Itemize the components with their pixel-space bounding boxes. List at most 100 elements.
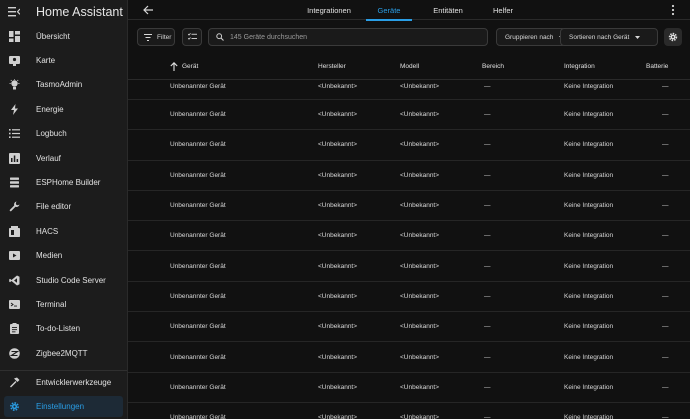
cell-battery: — <box>662 383 669 391</box>
sidebar-item-zigbee2mqtt[interactable]: Zigbee2MQTT <box>0 341 127 365</box>
cell-integration: Keine Integration <box>564 414 614 419</box>
sidebar-nav: Übersicht Karte TasmoAdmin Energie Logbu… <box>0 24 127 365</box>
sidebar-item-uebersicht[interactable]: Übersicht <box>0 24 127 48</box>
cell-device: Unbenannter Gerät <box>170 171 226 179</box>
cell-model: <Unbekannt> <box>400 383 440 391</box>
cell-manufacturer: <Unbekannt> <box>318 232 358 240</box>
table-row[interactable]: Unbenannter Gerät <Unbekannt> <Unbekannt> —… <box>128 251 690 282</box>
cell-model: <Unbekannt> <box>400 111 440 119</box>
sidebar-item-energie[interactable]: Energie <box>0 97 127 121</box>
table-body: Unbenannter Gerät <Unbekannt> <Unbekannt> —… <box>128 80 690 419</box>
table-row[interactable]: Unbenannter Gerät <Unbekannt> <Unbekannt> —… <box>128 100 690 131</box>
cell-device: Unbenannter Gerät <box>170 232 226 240</box>
column-header-label: Gerät <box>182 62 199 70</box>
sidebar-item-logbuch[interactable]: Logbuch <box>0 122 127 146</box>
chart-icon <box>8 152 20 164</box>
column-header-battery[interactable]: Batterie <box>646 52 668 80</box>
table-row[interactable]: Unbenannter Gerät <Unbekannt> <Unbekannt> —… <box>128 161 690 191</box>
column-header-manufacturer[interactable]: Hersteller <box>318 52 346 80</box>
sidebar-item-label: Einstellungen <box>36 402 85 411</box>
cell-area: — <box>484 202 491 210</box>
sidebar-item-esphome[interactable]: ESPHome Builder <box>0 170 127 194</box>
table-row[interactable]: Unbenannter Gerät <Unbekannt> <Unbekannt> —… <box>128 312 690 343</box>
sidebar-item-studio-code-server[interactable]: Studio Code Server <box>0 268 127 292</box>
cell-model: <Unbekannt> <box>400 202 440 210</box>
sidebar-item-label: Studio Code Server <box>36 275 106 285</box>
sidebar-item-label: Terminal <box>36 299 67 309</box>
table-row[interactable]: Unbenannter Gerät <Unbekannt> <Unbekannt> —… <box>128 282 690 313</box>
cell-integration: Keine Integration <box>564 111 614 119</box>
sidebar-item-developer-tools[interactable]: Entwicklerwerkzeuge <box>0 370 127 394</box>
tab-geraete[interactable]: Geräte <box>366 0 412 21</box>
column-header-device[interactable]: Gerät <box>170 52 198 80</box>
dashboard-icon <box>8 30 20 42</box>
column-header-area[interactable]: Bereich <box>482 52 504 80</box>
cell-area: — <box>484 171 491 179</box>
table-settings-button[interactable] <box>664 28 682 46</box>
cell-model: <Unbekannt> <box>400 262 440 270</box>
cell-device: Unbenannter Gerät <box>170 414 226 419</box>
cell-manufacturer: <Unbekannt> <box>318 171 358 179</box>
cell-manufacturer: <Unbekannt> <box>318 383 358 391</box>
search-field[interactable]: 145 Geräte durchsuchen <box>208 28 488 46</box>
cell-manufacturer: <Unbekannt> <box>318 83 358 90</box>
cell-integration: Keine Integration <box>564 383 614 391</box>
more-vertical-icon[interactable] <box>670 3 676 16</box>
table-row[interactable]: Unbenannter Gerät <Unbekannt> <Unbekannt> —… <box>128 342 690 373</box>
bolt-icon <box>8 103 20 115</box>
gear-icon <box>668 32 678 42</box>
cell-integration: Keine Integration <box>564 171 614 179</box>
table-row[interactable]: Unbenannter Gerät <Unbekannt> <Unbekannt> —… <box>128 403 690 419</box>
sidebar-item-file-editor[interactable]: File editor <box>0 195 127 219</box>
toolbar: Filter 145 Geräte durchsuchen Gruppieren… <box>128 20 690 52</box>
tab-entitaeten[interactable]: Entitäten <box>428 0 468 20</box>
table-row[interactable]: Unbenannter Gerät <Unbekannt> <Unbekannt> —… <box>128 221 690 252</box>
zigbee-icon <box>8 347 20 359</box>
menu-collapse-icon[interactable] <box>8 6 22 18</box>
column-header-model[interactable]: Modell <box>400 52 419 80</box>
sidebar-item-todo[interactable]: To-do-Listen <box>0 317 127 341</box>
column-header-integration[interactable]: Integration <box>564 52 595 80</box>
cell-area: — <box>484 262 491 270</box>
cell-battery: — <box>662 111 669 119</box>
sidebar-item-medien[interactable]: Medien <box>0 244 127 268</box>
search-icon <box>216 33 224 41</box>
back-arrow-icon[interactable] <box>142 3 154 15</box>
cog-icon <box>8 401 20 413</box>
cell-device: Unbenannter Gerät <box>170 111 226 119</box>
filter-button[interactable]: Filter <box>137 28 175 46</box>
sidebar-item-label: To-do-Listen <box>36 324 81 334</box>
sidebar-item-terminal[interactable]: Terminal <box>0 292 127 316</box>
clipboard-icon <box>8 323 20 335</box>
table-row[interactable]: Unbenannter Gerät <Unbekannt> <Unbekannt> —… <box>128 80 690 100</box>
filter-label: Filter <box>157 33 172 41</box>
sort-by-button[interactable]: Sortieren nach Gerät <box>560 28 658 46</box>
table-row[interactable]: Unbenannter Gerät <Unbekannt> <Unbekannt> —… <box>128 191 690 222</box>
sidebar-item-label: File editor <box>36 202 72 212</box>
table-row[interactable]: Unbenannter Gerät <Unbekannt> <Unbekannt> —… <box>128 373 690 403</box>
sidebar-item-hacs[interactable]: HACS <box>0 219 127 243</box>
tab-integrationen[interactable]: Integrationen <box>300 0 358 20</box>
sidebar-item-settings[interactable]: Einstellungen <box>4 396 123 417</box>
sidebar-item-label: Übersicht <box>36 31 70 41</box>
group-by-button[interactable]: Gruppieren nach <box>496 28 566 46</box>
sidebar-item-verlauf[interactable]: Verlauf <box>0 146 127 170</box>
cell-battery: — <box>662 414 669 419</box>
cell-model: <Unbekannt> <box>400 353 440 361</box>
cell-manufacturer: <Unbekannt> <box>318 414 358 419</box>
wrench-icon <box>8 201 20 213</box>
select-mode-button[interactable] <box>182 28 202 46</box>
cell-battery: — <box>662 232 669 240</box>
sidebar-header: Home Assistant <box>0 0 127 24</box>
sidebar-item-karte[interactable]: Karte <box>0 48 127 72</box>
cell-integration: Keine Integration <box>564 262 614 270</box>
cell-manufacturer: <Unbekannt> <box>318 292 358 300</box>
sidebar-item-tasmoadmin[interactable]: TasmoAdmin <box>0 73 127 97</box>
cell-device: Unbenannter Gerät <box>170 202 226 210</box>
select-mode-icon <box>187 33 197 41</box>
sidebar-item-label: Karte <box>36 56 56 66</box>
table-row[interactable]: Unbenannter Gerät <Unbekannt> <Unbekannt> —… <box>128 130 690 161</box>
media-icon <box>8 250 20 262</box>
cell-area: — <box>484 414 491 419</box>
tab-helfer[interactable]: Helfer <box>488 0 518 20</box>
